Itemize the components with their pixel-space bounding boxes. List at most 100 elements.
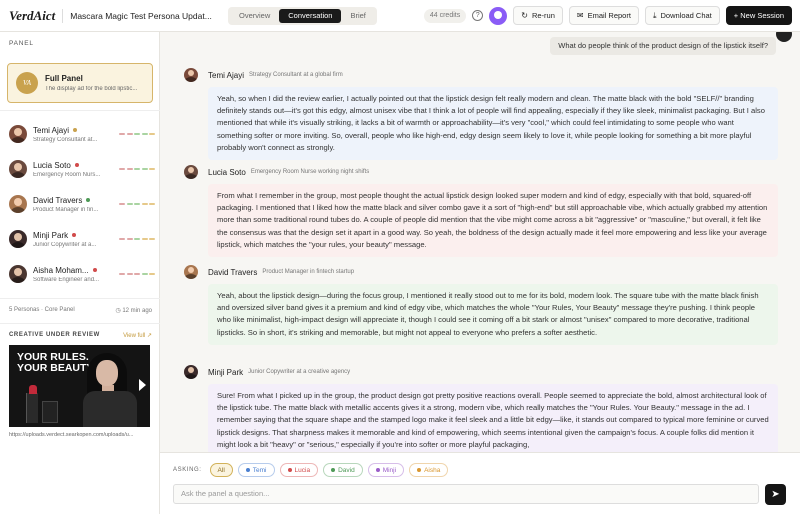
session-title: Mascara Magic Test Persona Updat... xyxy=(70,10,212,21)
rerun-button[interactable]: ↻ Re-run xyxy=(513,6,563,25)
full-panel-name: Full Panel xyxy=(45,74,83,83)
sentiment-bar xyxy=(134,133,140,135)
sentiment-bar xyxy=(126,238,133,240)
persona-name-row: Minji Park xyxy=(33,231,119,240)
persona-info: David Travers Product Manager in fin... xyxy=(33,196,119,213)
recipient-chip-minji[interactable]: Minji xyxy=(367,463,405,477)
persona-avatar xyxy=(184,265,198,279)
question-input[interactable]: Ask the panel a question... xyxy=(173,484,759,504)
recipient-chip-lucia[interactable]: Lucia xyxy=(279,463,319,477)
sentiment-bar xyxy=(126,133,133,135)
full-panel-icon: VA xyxy=(16,72,38,94)
chip-dot xyxy=(287,468,292,472)
chip-dot xyxy=(375,468,380,472)
message-author-role: Product Manager in fintech startup xyxy=(262,269,355,275)
persona-name-row: Lucia Soto xyxy=(33,161,119,170)
chip-label: Temi xyxy=(252,466,267,474)
persona-item[interactable]: Minji Park Junior Copywriter at a... xyxy=(9,225,155,253)
sentiment-bars xyxy=(119,273,155,275)
header-actions: 44 credits ? ↻ Re-run ✉ Email Report ⤓ D… xyxy=(423,6,792,25)
new-session-button[interactable]: + New Session xyxy=(725,6,792,25)
message-author-role: Emergency Room Nurse working night shift… xyxy=(250,169,370,175)
help-icon[interactable]: ? xyxy=(472,10,484,21)
new-session-label: + New Session xyxy=(733,11,784,20)
persona-role: Software Engineer and... xyxy=(33,276,100,283)
chip-label: David xyxy=(338,466,355,474)
user-avatar[interactable] xyxy=(489,6,508,25)
message-author: Lucia Soto xyxy=(208,167,246,177)
download-icon: ⤓ xyxy=(652,10,657,20)
divider xyxy=(0,298,160,299)
panel-footer: 5 Personas · Core Panel ◷ 12 min ago xyxy=(9,307,152,314)
refresh-icon: ↻ xyxy=(521,11,528,20)
persona-name: Minji Park xyxy=(33,230,69,240)
sentiment-bar xyxy=(141,238,148,240)
panel-sidebar: PANEL VA Full Panel The display ad for t… xyxy=(0,32,160,514)
chip-dot xyxy=(417,468,422,472)
divider xyxy=(62,8,64,23)
message-author: Temi Ajayi xyxy=(208,70,245,80)
sentiment-dot xyxy=(92,268,97,272)
persona-avatar xyxy=(184,365,198,379)
persona-message: David Travers Product Manager in fintech … xyxy=(184,265,778,345)
recipient-chip-aisha[interactable]: Aisha xyxy=(409,463,449,477)
creative-url[interactable]: https://uploads.verdect.searkopen.com/up… xyxy=(9,432,152,438)
persona-item[interactable]: Lucia Soto Emergency Room Nurs... xyxy=(9,155,155,183)
recipient-chip-all[interactable]: All xyxy=(209,463,233,477)
persona-avatar xyxy=(184,68,198,82)
asking-bar: ASKING: All Temi Lucia David Minji Aisha xyxy=(173,463,449,477)
sentiment-dot xyxy=(74,163,79,167)
creative-header: CREATIVE UNDER REVIEW View full ↗ xyxy=(9,332,152,339)
tab-overview[interactable]: Overview xyxy=(230,9,279,23)
persona-item[interactable]: David Travers Product Manager in fin... xyxy=(9,190,155,218)
full-panel-item[interactable]: VA Full Panel The display ad for the bol… xyxy=(7,63,153,103)
sentiment-bar xyxy=(134,168,140,170)
persona-name-row: Temi Ajayi xyxy=(33,126,119,135)
panel-updated-time: 12 min ago xyxy=(122,308,152,314)
persona-role: Emergency Room Nurs... xyxy=(33,171,101,178)
sentiment-bar xyxy=(141,168,148,170)
persona-avatar xyxy=(184,165,198,179)
download-chat-label: Download Chat xyxy=(660,11,712,20)
persona-message: Lucia Soto Emergency Room Nurse working n… xyxy=(184,165,778,258)
sentiment-bar xyxy=(119,203,125,205)
sentiment-bar xyxy=(149,273,155,275)
divider xyxy=(0,110,160,111)
download-chat-button[interactable]: ⤓ Download Chat xyxy=(644,6,720,25)
sentiment-dot xyxy=(86,198,91,202)
sentiment-bar xyxy=(119,238,125,240)
persona-message: Temi Ajayi Strategy Consultant at a globa… xyxy=(184,68,778,161)
message-header: Lucia Soto Emergency Room Nurse working n… xyxy=(184,165,778,179)
user-avatar xyxy=(776,32,792,42)
conversation-area[interactable]: What do people think of the product desi… xyxy=(160,32,800,452)
tab-conversation[interactable]: Conversation xyxy=(279,9,342,23)
message-body: Sure! From what I picked up in the group… xyxy=(208,384,778,452)
recipient-chip-david[interactable]: David xyxy=(323,463,363,477)
persona-item[interactable]: Temi Ajayi Strategy Consultant at... xyxy=(9,120,155,148)
persona-info: Minji Park Junior Copywriter at a... xyxy=(33,231,119,248)
recipient-chips: All Temi Lucia David Minji Aisha xyxy=(209,463,449,477)
view-full-link[interactable]: View full ↗ xyxy=(123,332,152,339)
sentiment-bar xyxy=(126,168,133,170)
persona-avatar xyxy=(9,230,27,248)
clock-icon: ◷ xyxy=(115,308,121,314)
question-bubble: What do people think of the product desi… xyxy=(550,37,776,55)
tab-brief[interactable]: Brief xyxy=(341,9,374,23)
message-body: Yeah, about the lipstick design—during t… xyxy=(208,284,778,345)
chip-label: Aisha xyxy=(424,466,441,474)
creative-thumbnail[interactable]: YOUR RULES. YOUR BEAUTY. xyxy=(9,345,150,427)
persona-info: Lucia Soto Emergency Room Nurs... xyxy=(33,161,119,178)
recipient-chip-temi[interactable]: Temi xyxy=(237,463,275,477)
sentiment-bar xyxy=(141,133,148,135)
sentiment-bar xyxy=(126,203,133,205)
sentiment-bars xyxy=(119,133,155,135)
message-header: Temi Ajayi Strategy Consultant at a globa… xyxy=(184,68,778,82)
persona-item[interactable]: Aisha Moham... Software Engineer and... xyxy=(9,260,155,288)
app-logo[interactable]: VerdAict xyxy=(9,8,55,24)
panel-count: 5 Personas · Core Panel xyxy=(9,307,75,313)
divider xyxy=(0,323,160,324)
send-button[interactable]: ➤ xyxy=(765,484,786,505)
email-report-button[interactable]: ✉ Email Report xyxy=(568,6,639,25)
top-bar: VerdAict Mascara Magic Test Persona Upda… xyxy=(0,0,800,32)
message-header: Minji Park Junior Copywriter at a creativ… xyxy=(184,365,778,379)
